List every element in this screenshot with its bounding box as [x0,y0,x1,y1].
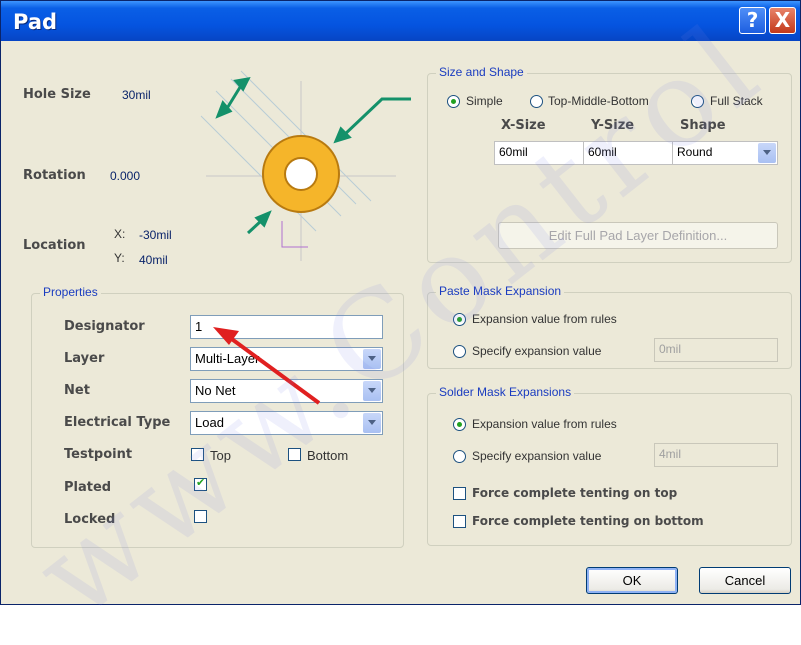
solder-specify-label: Specify expansion value [472,449,602,463]
paste-from-rules-label: Expansion value from rules [472,312,617,326]
col-y-size: Y-Size [591,118,635,133]
paste-mask-legend: Paste Mask Expansion [436,284,565,298]
annotation-arrow [213,327,321,405]
pad-hole [284,157,318,191]
designator-label: Designator [64,319,145,334]
plated-label: Plated [64,480,112,495]
properties-legend: Properties [40,285,101,299]
testpoint-top-checkbox[interactable] [191,448,204,461]
paste-from-rules-radio[interactable] [453,313,466,326]
x-size-cell[interactable]: 60mil [494,141,584,165]
mode-top-middle-bottom-label: Top-Middle-Bottom [548,94,649,108]
locked-label: Locked [64,512,116,527]
location-label: Location [23,238,86,253]
solder-from-rules-radio[interactable] [453,418,466,431]
tent-bottom-checkbox[interactable] [453,515,466,528]
locked-checkbox[interactable] [194,510,207,523]
pad-dialog: Pad ? X Hole Size 30mil Rotation 0.000 L… [0,0,801,645]
mode-full-stack-label: Full Stack [710,94,763,108]
solder-specify-input[interactable]: 4mil [654,443,778,467]
hole-size-label: Hole Size [23,87,91,102]
paste-specify-input[interactable]: 0mil [654,338,778,362]
mode-simple-radio[interactable] [447,95,460,108]
mode-full-stack-radio[interactable] [691,95,704,108]
ok-button[interactable]: OK [586,567,678,594]
window-title: Pad [13,10,58,34]
rotation-value: 0.000 [110,169,141,183]
title-bar: Pad ? X [1,1,800,41]
testpoint-bottom-label: Bottom [307,448,349,463]
location-y-value: 40mil [139,253,168,267]
paste-specify-label: Specify expansion value [472,344,602,358]
chevron-down-icon[interactable] [363,413,381,433]
mode-simple-label: Simple [466,94,503,108]
net-label: Net [64,383,90,398]
solder-from-rules-label: Expansion value from rules [472,417,617,431]
location-x-value: -30mil [139,228,172,242]
chevron-down-icon[interactable] [758,143,776,163]
col-shape: Shape [680,118,726,133]
solder-mask-legend: Solder Mask Expansions [436,385,575,399]
hole-size-value: 30mil [122,88,151,102]
origin-marker [281,221,308,248]
tent-bottom-label: Force complete tenting on bottom [472,514,704,528]
chevron-down-icon[interactable] [363,349,381,369]
size-shape-grid: 60mil 60mil Round [494,141,778,165]
electrical-type-dropdown[interactable]: Load [190,411,383,435]
electrical-type-value: Load [195,415,224,430]
testpoint-top-label: Top [210,448,231,463]
cancel-button[interactable]: Cancel [699,567,791,594]
shape-dropdown[interactable]: Round [672,141,778,165]
rotation-label: Rotation [23,168,86,183]
testpoint-bottom-checkbox[interactable] [288,448,301,461]
tent-top-label: Force complete tenting on top [472,486,678,500]
col-x-size: X-Size [501,118,546,133]
layer-label: Layer [64,351,105,366]
plated-checkbox[interactable] [194,476,207,491]
location-y-label: Y: [114,251,125,265]
tent-top-checkbox[interactable] [453,487,466,500]
size-shape-legend: Size and Shape [436,65,527,79]
electrical-type-label: Electrical Type [64,415,171,430]
mode-top-middle-bottom-radio[interactable] [530,95,543,108]
help-button[interactable]: ? [739,7,766,34]
shape-value: Round [677,145,713,159]
edit-full-pad-layer-button[interactable]: Edit Full Pad Layer Definition... [498,222,778,249]
pad-preview [200,70,411,261]
solder-specify-radio[interactable] [453,450,466,463]
location-x-label: X: [114,227,126,241]
chevron-down-icon[interactable] [363,381,381,401]
testpoint-label: Testpoint [64,447,133,462]
paste-specify-radio[interactable] [453,345,466,358]
close-button[interactable]: X [769,7,796,34]
y-size-cell[interactable]: 60mil [583,141,673,165]
